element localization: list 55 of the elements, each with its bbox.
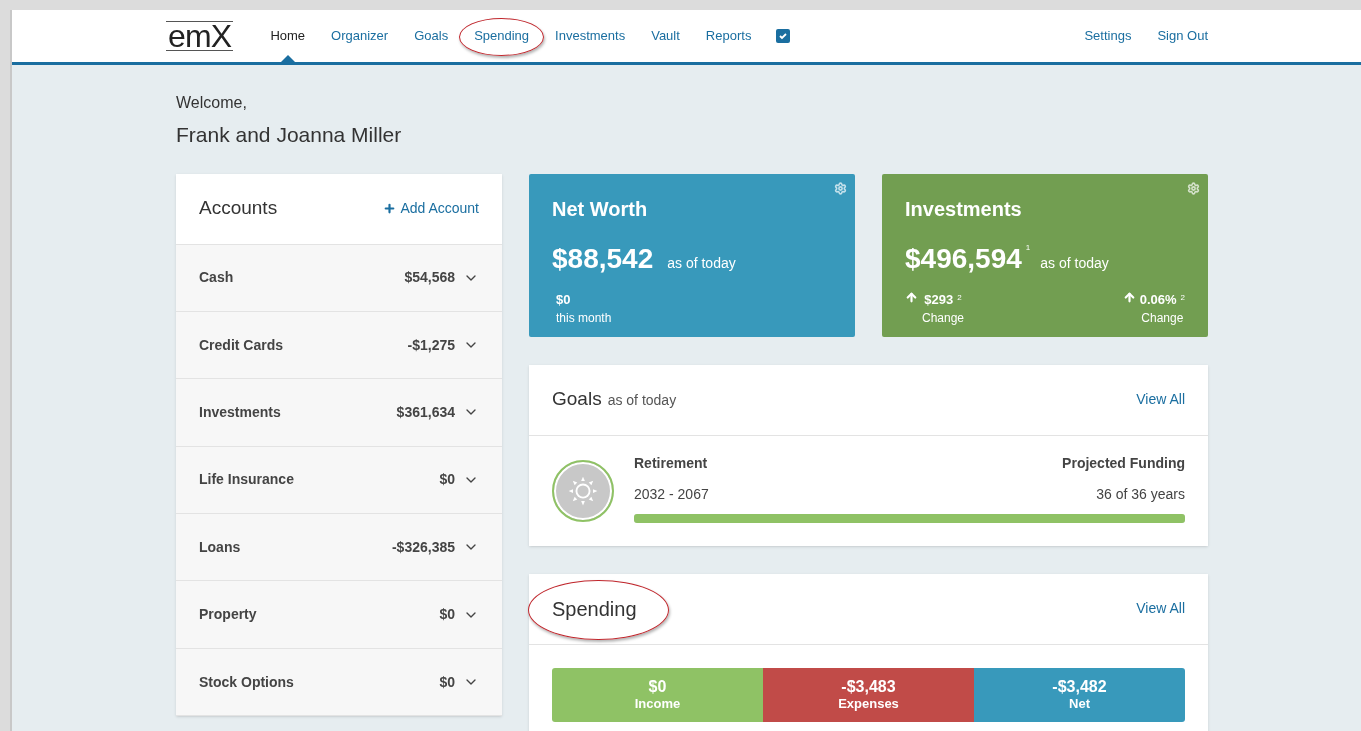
segment-label: Net: [1069, 695, 1090, 712]
settings-icon[interactable]: [834, 181, 847, 195]
segment-label: Income: [634, 695, 681, 712]
funding-value: 36 of 36 years: [1096, 484, 1185, 504]
logo[interactable]: emX: [166, 21, 234, 51]
nav-link[interactable]: Sign Out: [1157, 26, 1208, 46]
as-of-text: as of today: [667, 253, 736, 273]
funding-label: Projected Funding: [1062, 453, 1185, 473]
net-worth-value: $88,542: [552, 241, 654, 276]
view-all-link[interactable]: View All: [1136, 598, 1185, 619]
user-name: Frank and Joanna Miller: [176, 122, 403, 148]
change-value: 0.06% $^{2}$: [1139, 290, 1185, 309]
change-value: $293 $^{2}$: [924, 290, 962, 309]
goal-name: Retirement: [634, 453, 708, 473]
nav-tab[interactable]: Goals: [401, 26, 462, 46]
nav-tab[interactable]: Organizer: [318, 26, 402, 46]
arrow-up-icon: [1122, 290, 1136, 304]
active-indicator: [280, 55, 295, 62]
segment-value: $0: [648, 677, 667, 696]
account-row[interactable]: Investments $361,634: [176, 379, 502, 447]
card-title: Investments: [905, 196, 1023, 222]
segment-label: Expenses: [838, 695, 899, 712]
nav-tab[interactable]: Investments: [542, 26, 639, 46]
account-row[interactable]: Stock Options $0: [176, 648, 502, 717]
welcome-text: Welcome,: [176, 93, 248, 113]
nav-tab[interactable]: Vault: [638, 26, 693, 46]
nav-tab[interactable]: Reports: [692, 26, 765, 46]
view-all-link[interactable]: View All: [1136, 389, 1185, 410]
investments-value: $496,594$^{1}$: [905, 241, 1031, 276]
segment-value: -$3,482: [1052, 677, 1107, 696]
settings-icon[interactable]: [1187, 181, 1200, 195]
add-account-link[interactable]: Add Account: [383, 198, 479, 219]
change-label: Change: [1141, 310, 1184, 327]
change-value: $0: [556, 290, 572, 309]
arrow-up-icon: [905, 290, 918, 304]
account-row[interactable]: Loans -$326,385: [176, 514, 502, 582]
nav-link[interactable]: Settings: [1084, 26, 1132, 46]
card-subtitle: as of today: [607, 391, 677, 411]
account-row[interactable]: Credit Cards -$1,275: [176, 311, 502, 380]
goal-years: 2032 - 2067: [634, 484, 709, 504]
account-row[interactable]: Life Insurance $0: [176, 446, 502, 515]
change-label: Change: [922, 310, 965, 327]
card-title: Goals: [552, 387, 602, 412]
nav-tab[interactable]: Home: [257, 26, 319, 46]
nav-tab[interactable]: Spending: [461, 26, 543, 46]
card-title: Net Worth: [552, 196, 649, 222]
account-row[interactable]: Property $0: [176, 581, 502, 649]
card-title: Spending: [552, 597, 637, 620]
checkbox-icon[interactable]: [776, 29, 791, 43]
plus-icon: [383, 202, 397, 215]
change-label: this month: [556, 310, 613, 327]
segment-value: -$3,483: [841, 677, 896, 696]
as-of-text: as of today: [1040, 253, 1109, 273]
account-row[interactable]: Cash $54,568: [176, 244, 502, 312]
card-title: Accounts: [199, 196, 278, 221]
